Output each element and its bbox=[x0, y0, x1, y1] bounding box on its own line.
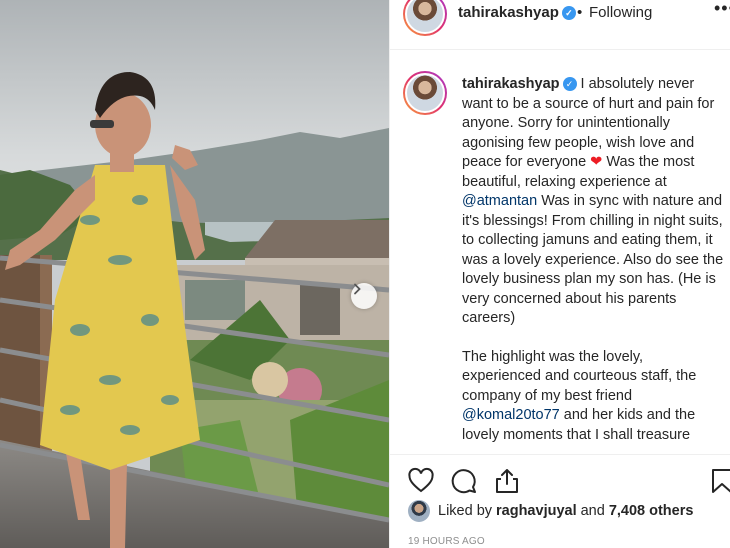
save-bookmark-icon[interactable] bbox=[708, 467, 730, 495]
liker-username-link[interactable]: raghavjuyal bbox=[496, 503, 577, 519]
liker-avatar[interactable] bbox=[408, 500, 430, 522]
caption-author-avatar[interactable] bbox=[403, 71, 447, 115]
caption-username[interactable]: tahirakashyap bbox=[462, 76, 560, 92]
author-username[interactable]: tahirakashyap ✓ bbox=[458, 4, 576, 21]
separator-dot: • bbox=[577, 4, 583, 21]
post-timestamp[interactable]: 19 HOURS AGO bbox=[408, 536, 485, 547]
caption-para2-part1: The highlight was the lovely, experience… bbox=[462, 348, 697, 404]
comment-icon[interactable] bbox=[450, 467, 478, 495]
caption-text: tahirakashyap ✓ I absolutely never want t… bbox=[462, 75, 724, 445]
likes-prefix: Liked by bbox=[438, 503, 493, 519]
mention-komal-link[interactable]: @komal20to77 bbox=[462, 407, 560, 423]
like-heart-icon[interactable] bbox=[407, 467, 435, 495]
carousel-next-button[interactable] bbox=[351, 283, 377, 309]
following-button[interactable]: Following bbox=[589, 4, 652, 21]
caption-area: tahirakashyap ✓ I absolutely never want t… bbox=[390, 50, 730, 454]
verified-badge-icon: ✓ bbox=[561, 6, 576, 20]
more-options-icon[interactable]: ••• bbox=[714, 0, 730, 19]
photo-scene bbox=[0, 0, 389, 548]
post-photo bbox=[0, 0, 389, 548]
likes-summary: Liked by raghavjuyal and 7,408 others bbox=[408, 500, 697, 522]
mention-atmantan-link[interactable]: @atmantan bbox=[462, 193, 537, 209]
likes-count-link[interactable]: 7,408 others bbox=[609, 503, 694, 519]
author-username-text[interactable]: tahirakashyap bbox=[458, 4, 559, 21]
caption-part3: Was in sync with nature and it's blessin… bbox=[462, 193, 724, 326]
likes-and: and bbox=[580, 503, 605, 519]
action-bar bbox=[390, 454, 730, 504]
post-header: tahirakashyap✓ • Following ••• bbox=[390, 0, 730, 50]
share-icon[interactable] bbox=[493, 467, 521, 495]
heart-emoji-icon: ❤ bbox=[590, 154, 603, 170]
author-avatar[interactable] bbox=[403, 0, 447, 36]
chevron-right-icon bbox=[354, 283, 361, 295]
post-side-panel: tahirakashyap✓ • Following ••• tahirakas… bbox=[389, 0, 730, 548]
verified-badge-icon: ✓ bbox=[562, 77, 577, 91]
